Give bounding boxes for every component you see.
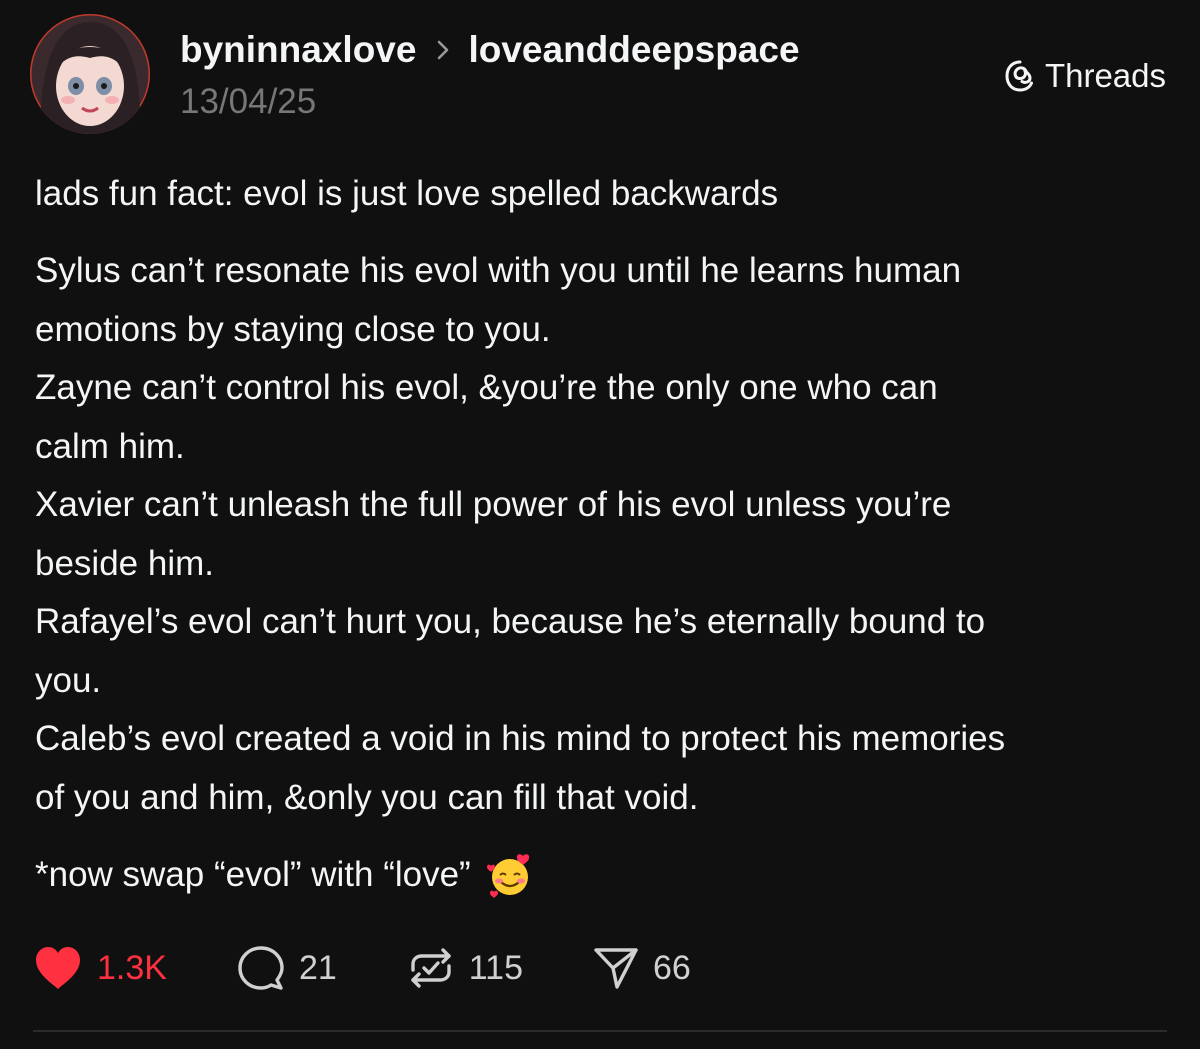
send-icon <box>594 948 638 989</box>
reply-button[interactable]: 21 <box>237 944 337 992</box>
post-line: emotions by staying close to you. <box>35 309 551 349</box>
threads-logo-icon <box>1005 60 1033 92</box>
repost-icon <box>411 948 451 988</box>
post-line: of you and him, &only you can fill that … <box>35 777 699 817</box>
heart-icon <box>36 947 80 989</box>
post-line: Zayne can’t control his evol, &you’re th… <box>35 368 938 407</box>
post-content: lads fun fact: evol is just love spelled… <box>35 168 1175 901</box>
author-name[interactable]: byninnaxlove <box>180 28 416 72</box>
repost-button[interactable]: 115 <box>407 944 523 992</box>
post-line: you. <box>35 660 102 700</box>
post-lead: lads fun fact: evol is just love spelled… <box>35 174 779 213</box>
chevron-right-icon <box>438 40 449 60</box>
brand-name: Threads <box>1044 57 1166 94</box>
author-line: byninnaxlove loveanddeepspace <box>180 28 800 72</box>
like-button[interactable]: 1.3K <box>33 945 167 991</box>
smiling-face-with-hearts-icon <box>486 854 529 898</box>
post-line: calm him. <box>35 426 185 466</box>
threads-brand: Threads <box>1003 56 1166 96</box>
post-line: Caleb’s evol created a void in his mind … <box>35 719 1006 758</box>
reply-count: 21 <box>298 948 337 987</box>
repost-count: 115 <box>468 948 523 987</box>
post-line: Rafayel’s evol can’t hurt you, because h… <box>35 602 986 641</box>
share-button[interactable]: 66 <box>593 945 691 991</box>
divider <box>33 1030 1167 1032</box>
comment-icon <box>238 946 284 990</box>
threads-post: byninnaxlove loveanddeepspace 13/04/25 T… <box>0 0 1200 1049</box>
share-count: 66 <box>653 948 691 987</box>
post-timestamp: 13/04/25 <box>180 82 317 121</box>
post-line: beside him. <box>35 543 214 583</box>
action-bar: 1.3K 21 115 66 <box>33 940 761 996</box>
post-tail-text: *now swap “evol” with “love” <box>35 855 471 894</box>
post-line: Sylus can’t resonate his evol with you u… <box>35 251 962 290</box>
avatar[interactable] <box>30 14 150 134</box>
community-name[interactable]: loveanddeepspace <box>468 28 799 72</box>
like-count: 1.3K <box>97 948 167 987</box>
post-tail: *now swap “evol” with “love” <box>35 849 1175 901</box>
post-line: Xavier can’t unleash the full power of h… <box>35 485 952 524</box>
